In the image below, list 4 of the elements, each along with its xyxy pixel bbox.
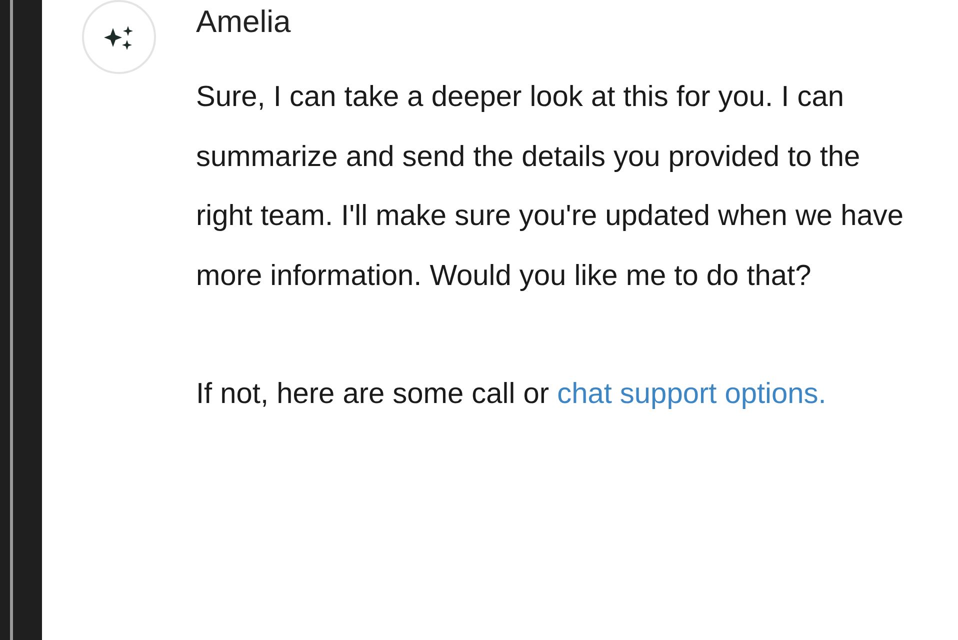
message-text: If not, here are some call or chat support options. [196,377,828,412]
chat-support-link[interactable]: chat support options. [557,378,826,410]
sender-name: Amelia [196,3,292,41]
message-text: Sure, I can take a deeper look at this for you. I can summarize and send the details you provided to the right team. I'll make sure you're updated when we have more information. Would you like me to do that? [196,80,904,294]
